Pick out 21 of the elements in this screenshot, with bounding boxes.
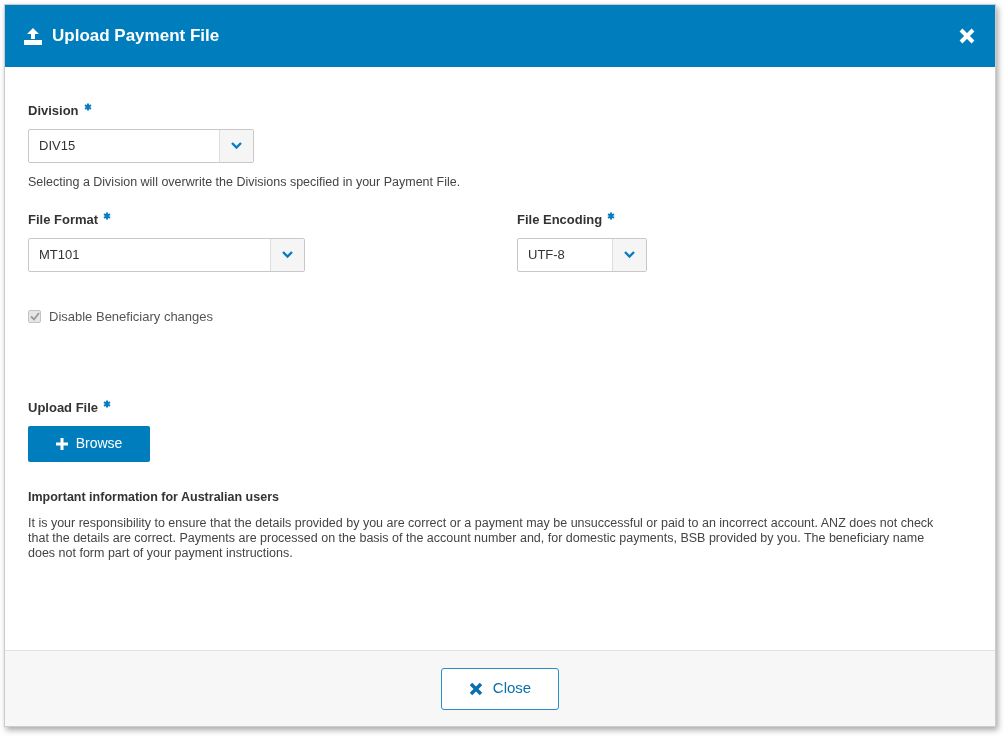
checkbox-label: Disable Beneficiary changes bbox=[49, 307, 214, 326]
close-button[interactable]: Close bbox=[441, 667, 559, 710]
plus-icon bbox=[55, 437, 68, 450]
select-field[interactable]: DIV15 bbox=[28, 128, 254, 163]
info-heading: Important information for Australian users bbox=[28, 488, 280, 506]
close-icon bbox=[468, 681, 483, 696]
browse-button[interactable]: Browse bbox=[28, 425, 150, 462]
close-icon[interactable] bbox=[959, 28, 975, 44]
chevron-down-icon bbox=[231, 142, 242, 149]
dialog-title: Upload Payment File bbox=[52, 25, 221, 48]
help-text: Selecting a Division will overwrite the Divisions specified in your Payment File. bbox=[28, 173, 462, 191]
chevron-down-icon bbox=[282, 251, 293, 259]
field-label: File Encoding bbox=[517, 211, 603, 230]
select-field[interactable]: MT101 bbox=[28, 237, 305, 272]
field-label: File Format bbox=[28, 211, 99, 230]
upload-icon bbox=[24, 27, 42, 45]
select-field[interactable]: UTF-8 bbox=[517, 237, 647, 272]
chevron-down-icon bbox=[624, 251, 635, 259]
field-label: Upload File bbox=[28, 399, 99, 418]
field-label: Division bbox=[28, 102, 79, 120]
info-paragraph: It is your responsibility to ensure that the details provided by you are correct or a payment may be unsuccessful or paid to an incorrect account. ANZ does not check that the details are correct. Payments are processed on the basis of the account number and, for domestic payments, BSB provided by you. The beneficiary name does not form part of your payment instructions. bbox=[28, 515, 935, 561]
